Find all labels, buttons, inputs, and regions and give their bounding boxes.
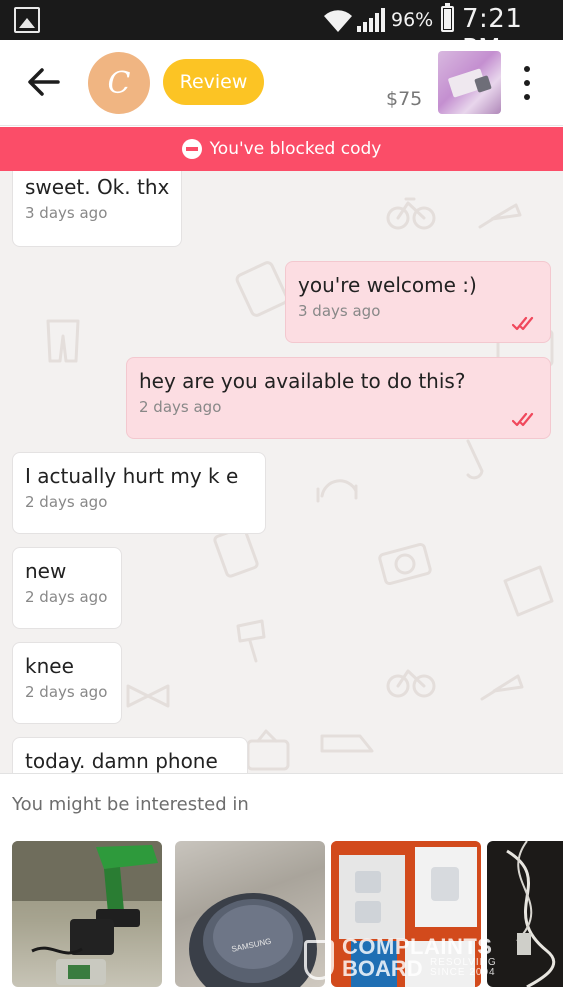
complaintsboard-watermark: COMPLAINTS BOARD RESOLVING SINCE 2004 [300,934,530,994]
message-timestamp: 2 days ago [25,683,108,701]
review-button-label: Review [179,71,248,93]
blocked-banner: You've blocked cody [0,127,563,171]
message-text: you're welcome :) [298,273,477,297]
review-button[interactable]: Review [163,59,264,105]
message-text: sweet. Ok. thx [25,175,170,199]
chat-thread[interactable]: sweet. Ok. thx 3 days ago you're welcome… [0,171,563,773]
message-text: I actually hurt my k e [25,464,239,488]
message-text: knee [25,654,74,678]
status-bar: 96% 7:21 PM [0,0,563,64]
message-incoming[interactable]: I actually hurt my k e 2 days ago [12,452,266,534]
back-arrow-icon[interactable] [24,64,64,100]
message-incoming[interactable]: sweet. Ok. thx 3 days ago [12,171,182,247]
message-text: hey are you available to do this? [139,369,466,393]
message-timestamp: 3 days ago [25,204,108,222]
item-thumbnail[interactable] [438,51,501,114]
message-outgoing[interactable]: you're welcome :) 3 days ago [285,261,551,343]
suggestion-card-drill[interactable] [12,841,162,987]
signal-icon [357,8,385,32]
double-check-icon [512,412,534,427]
conversation-header: C Review $75 [0,40,563,126]
message-timestamp: 2 days ago [25,493,108,511]
message-text: today. damn phone [25,749,218,773]
shield-icon [304,940,334,980]
cordless-drill-image [12,841,162,985]
avatar[interactable]: C [88,52,150,114]
gallery-icon [14,7,40,33]
suggestions-panel: You might be interested in SAMSUNG COMPL… [0,773,563,1000]
message-timestamp: 3 days ago [298,302,381,320]
message-timestamp: 2 days ago [139,398,222,416]
message-incoming[interactable]: today. damn phone [12,737,248,773]
avatar-initial: C [107,65,131,101]
message-outgoing[interactable]: hey are you available to do this? 2 days… [126,357,551,439]
item-price: $75 [386,88,423,110]
wifi-icon [324,10,352,32]
blocked-banner-text: You've blocked cody [209,139,382,159]
blocked-icon [181,139,202,159]
battery-percentage: 96% [391,9,434,31]
more-vert-icon[interactable] [516,66,538,100]
battery-icon [441,3,454,32]
message-timestamp: 2 days ago [25,588,108,606]
double-check-icon [512,316,534,331]
watermark-line-3: RESOLVING SINCE 2004 [430,957,497,978]
suggestions-title: You might be interested in [12,794,249,815]
watermark-line-2: BOARD [342,956,423,981]
message-incoming[interactable]: new 2 days ago [12,547,122,629]
message-incoming[interactable]: knee 2 days ago [12,642,122,724]
message-text: new [25,559,67,583]
